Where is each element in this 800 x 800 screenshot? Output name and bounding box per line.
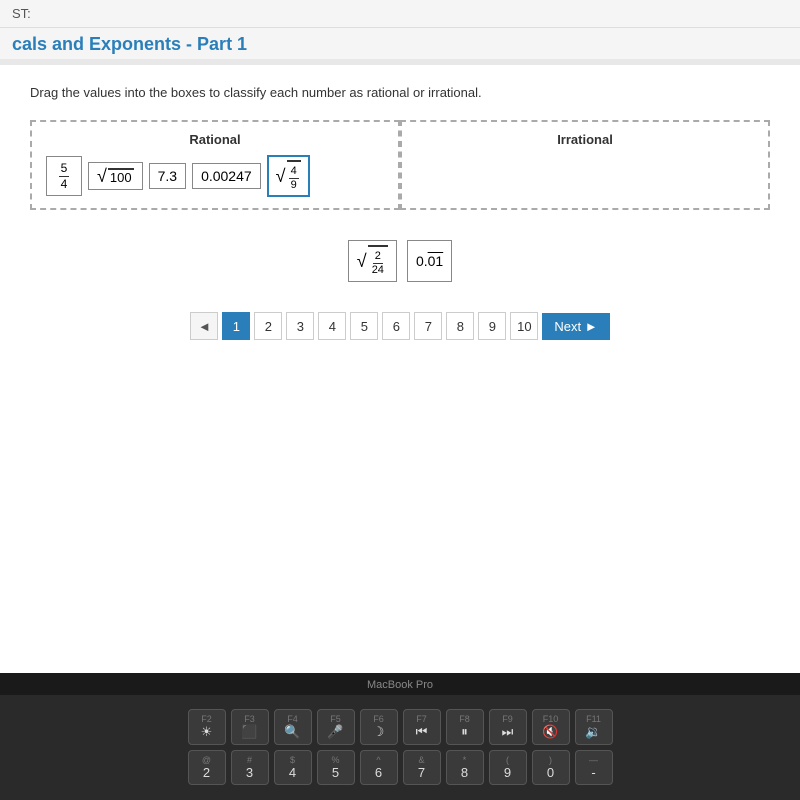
item-0.01-repeating[interactable]: 0.01: [407, 240, 452, 282]
key-0[interactable]: ) 0: [532, 750, 570, 785]
key-7[interactable]: & 7: [403, 750, 441, 785]
key-f4[interactable]: F4 🔍: [274, 709, 312, 745]
item-sqrt-100[interactable]: √ 100: [88, 162, 143, 190]
content-area: Drag the values into the boxes to classi…: [0, 65, 800, 673]
extra-values: √ 2 24 0.01: [30, 240, 770, 282]
pagination: ◄ 1 2 3 4 5 6 7 8 9 10 Next ►: [30, 312, 770, 340]
page-btn-3[interactable]: 3: [286, 312, 314, 340]
key-f6[interactable]: F6 ☽: [360, 709, 398, 745]
rational-label: Rational: [46, 132, 384, 147]
key-9[interactable]: ( 9: [489, 750, 527, 785]
macbook-label: MacBook Pro: [0, 673, 800, 695]
key-8[interactable]: * 8: [446, 750, 484, 785]
irrational-section[interactable]: Irrational: [400, 120, 770, 210]
key-3[interactable]: # 3: [231, 750, 269, 785]
page-btn-9[interactable]: 9: [478, 312, 506, 340]
page-btn-6[interactable]: 6: [382, 312, 410, 340]
key-f2[interactable]: F2 ☀: [188, 709, 226, 745]
key-f9[interactable]: F9 ⏭: [489, 709, 527, 745]
key-5[interactable]: % 5: [317, 750, 355, 785]
page-title: cals and Exponents - Part 1: [0, 28, 800, 59]
key-f3[interactable]: F3 ⬛: [231, 709, 269, 745]
keyboard-area: F2 ☀ F3 ⬛ F4 🔍 F5 🎤 F6 ☽ F7 ⏮: [0, 695, 800, 800]
key-f7[interactable]: F7 ⏮: [403, 709, 441, 745]
item-sqrt-frac-4-9[interactable]: √ 4 9: [267, 155, 310, 197]
page-btn-4[interactable]: 4: [318, 312, 346, 340]
key-6[interactable]: ^ 6: [360, 750, 398, 785]
keyboard-num-row: @ 2 # 3 $ 4 % 5 ^ 6 & 7: [10, 750, 790, 785]
page-btn-10[interactable]: 10: [510, 312, 538, 340]
rational-items-row: 5 4 √ 100 7.3: [46, 155, 384, 197]
keyboard-fn-row: F2 ☀ F3 ⬛ F4 🔍 F5 🎤 F6 ☽ F7 ⏮: [10, 709, 790, 745]
page-btn-2[interactable]: 2: [254, 312, 282, 340]
prev-page-button[interactable]: ◄: [190, 312, 218, 340]
page-btn-1[interactable]: 1: [222, 312, 250, 340]
key-f10[interactable]: F10 🔇: [532, 709, 570, 745]
top-bar: ST:: [0, 0, 800, 28]
classify-container: Rational 5 4 √ 100: [30, 120, 770, 210]
item-7.3[interactable]: 7.3: [149, 163, 186, 189]
page-btn-5[interactable]: 5: [350, 312, 378, 340]
irrational-label: Irrational: [416, 132, 754, 147]
key-f8[interactable]: F8 ⏸: [446, 709, 484, 745]
next-button[interactable]: Next ►: [542, 313, 609, 340]
prefix-label: ST:: [12, 6, 31, 21]
key-4[interactable]: $ 4: [274, 750, 312, 785]
page-btn-8[interactable]: 8: [446, 312, 474, 340]
rational-section[interactable]: Rational 5 4 √ 100: [30, 120, 400, 210]
key-minus[interactable]: — -: [575, 750, 613, 785]
instructions: Drag the values into the boxes to classi…: [30, 85, 770, 100]
item-0.00247[interactable]: 0.00247: [192, 163, 261, 189]
key-f11[interactable]: F11 🔉: [575, 709, 613, 745]
key-f5[interactable]: F5 🎤: [317, 709, 355, 745]
item-frac-5-4[interactable]: 5 4: [46, 156, 82, 196]
item-sqrt-frac-2-24[interactable]: √ 2 24: [348, 240, 397, 282]
page-btn-7[interactable]: 7: [414, 312, 442, 340]
key-2[interactable]: @ 2: [188, 750, 226, 785]
fraction-5-4: 5 4: [59, 161, 70, 191]
